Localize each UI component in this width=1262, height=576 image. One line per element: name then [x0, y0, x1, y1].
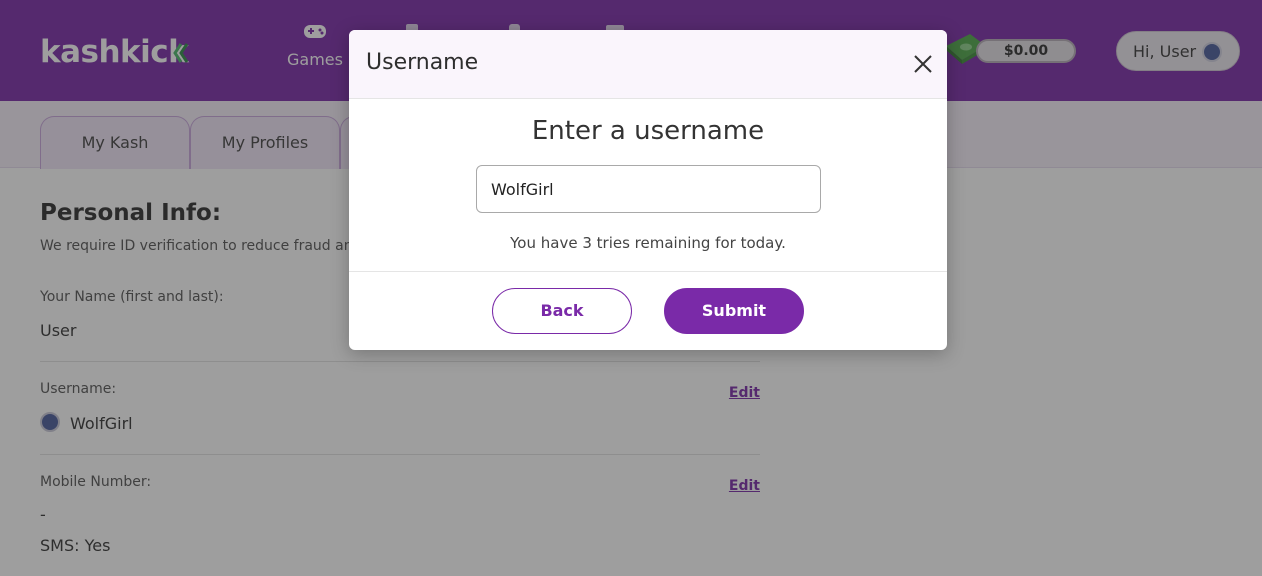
modal-title: Username	[366, 50, 479, 75]
submit-button[interactable]: Submit	[664, 288, 804, 334]
modal-heading: Enter a username	[531, 116, 765, 146]
modal-header: Username	[349, 30, 947, 99]
back-button[interactable]: Back	[492, 288, 632, 334]
divider	[349, 271, 947, 272]
tries-remaining-text: You have 3 tries remaining for today.	[510, 234, 786, 252]
close-icon[interactable]	[911, 52, 935, 76]
username-input[interactable]	[476, 165, 821, 213]
username-modal: Username Enter a username You have 3 tri…	[349, 30, 947, 350]
